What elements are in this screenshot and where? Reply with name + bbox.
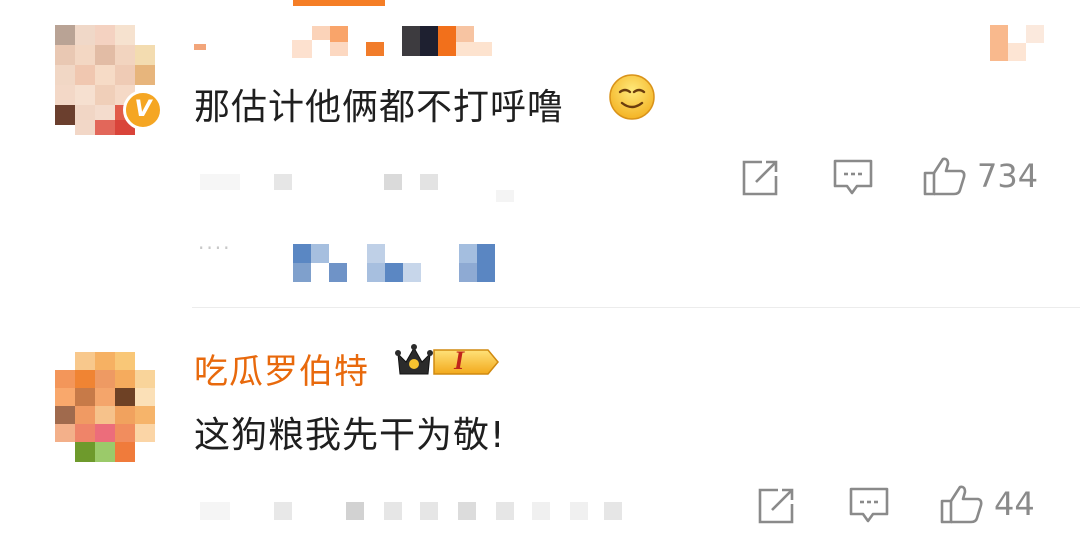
like-button[interactable]: 44 [940,484,1035,524]
thumbs-up-icon [923,157,966,196]
share-icon [742,160,778,196]
avatar[interactable] [55,352,155,464]
comment-icon [849,487,889,523]
like-button[interactable]: 734 [923,156,1038,196]
meta-mosaic [200,172,520,202]
comment-button[interactable] [848,486,890,526]
meta-mosaic [200,500,630,524]
username-mosaic[interactable] [194,22,494,62]
share-button[interactable] [756,486,796,526]
comment-icon [833,159,873,195]
comment-button[interactable] [832,158,874,198]
comment-text: 那估计他俩都不打呼噜 [194,87,565,128]
like-count: 44 [994,485,1035,523]
replies-mosaic[interactable] [293,244,503,282]
crown-icon [395,344,499,375]
member-level-badge[interactable]: I [394,342,502,382]
top-orange-bar [293,0,385,6]
verified-badge-icon: V [123,90,163,130]
comment-text: 这狗粮我先干为敬! [194,415,506,456]
share-button[interactable] [740,158,780,198]
divider [192,307,1080,308]
username[interactable]: 吃瓜罗伯特 [194,344,369,393]
timestamp-mosaic [990,25,1050,61]
share-icon [758,488,794,524]
more-replies-dots[interactable]: ···· [198,236,231,260]
thumbs-up-icon [940,485,983,524]
like-count: 734 [977,157,1039,195]
smirk-face-emoji [608,73,656,121]
level-text: I [454,346,465,375]
